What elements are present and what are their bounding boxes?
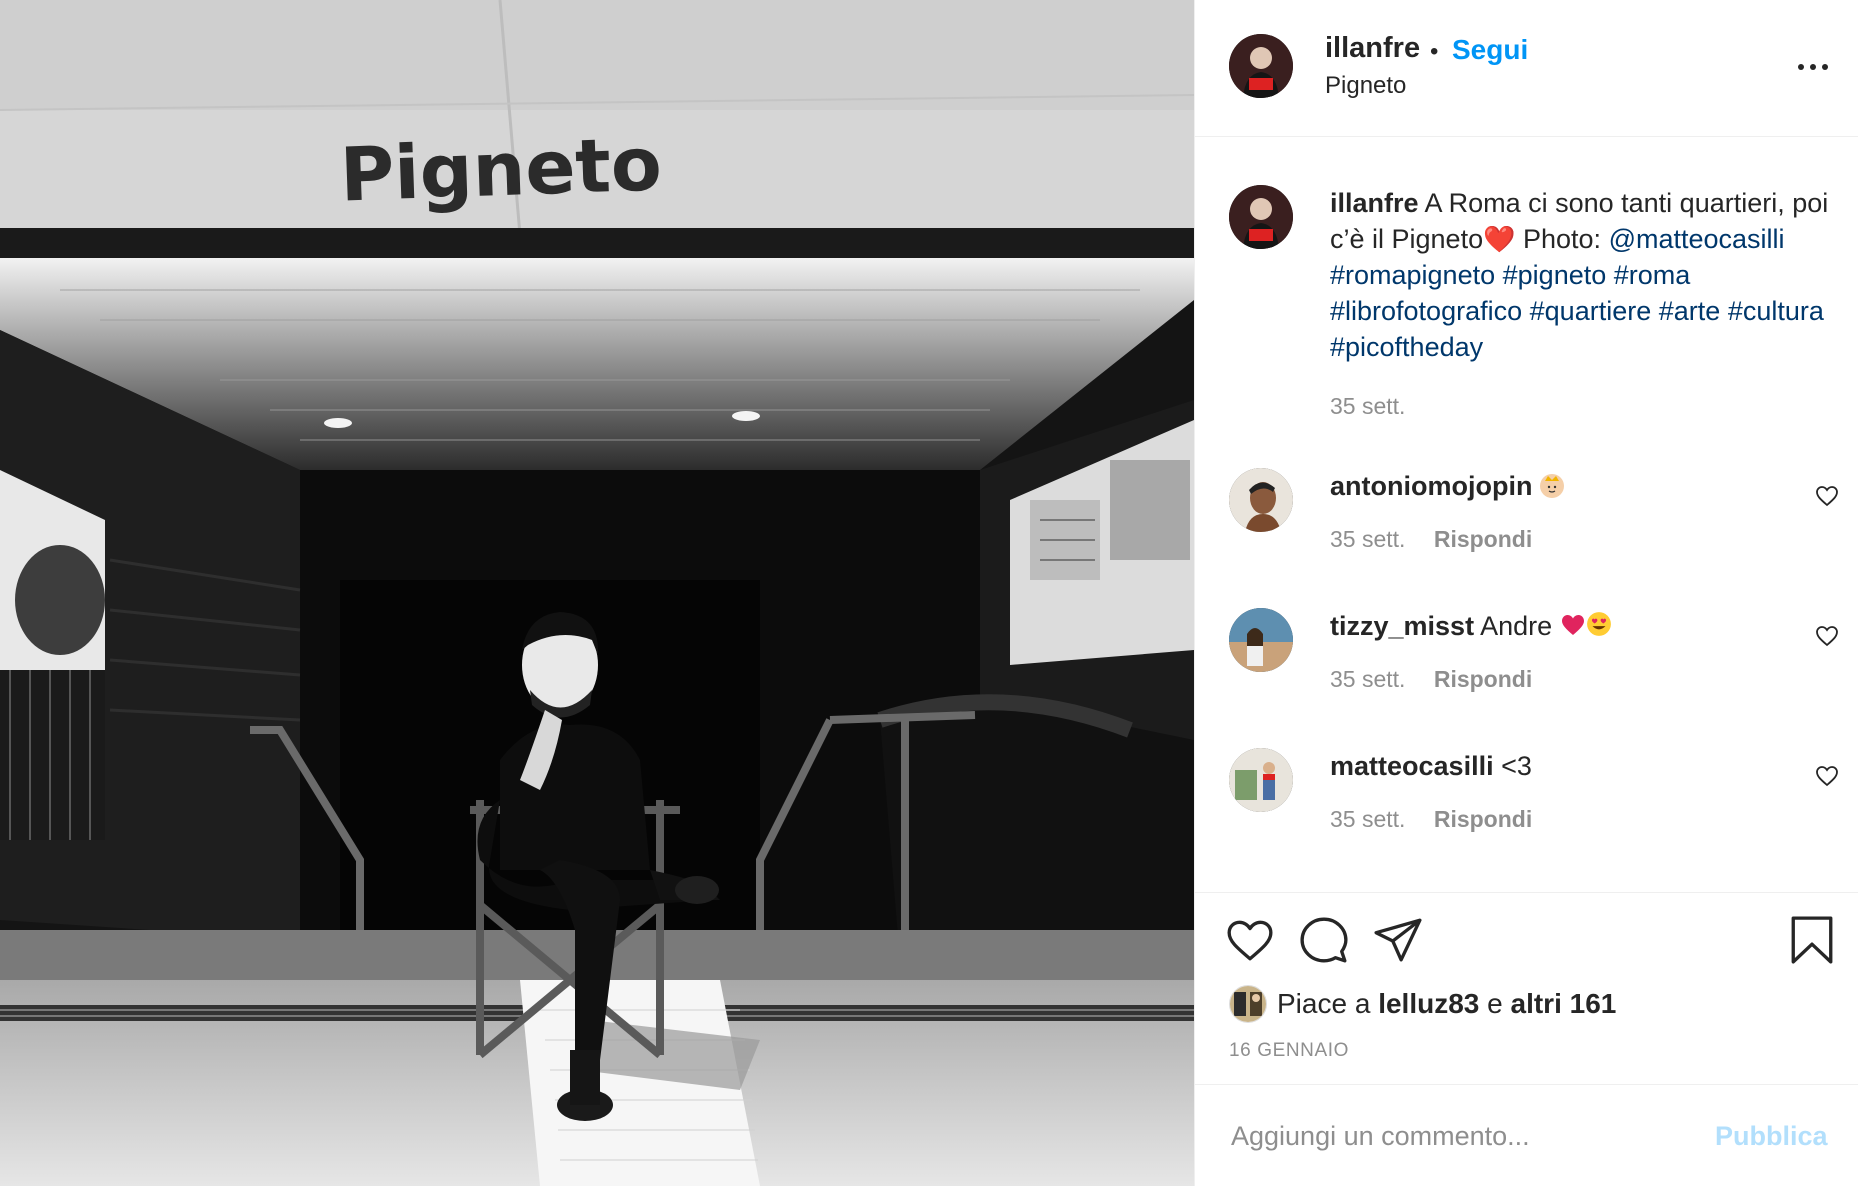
heart-eyes-emoji [1586,610,1612,646]
hashtag-link[interactable]: #quartiere [1530,296,1652,326]
comment-timestamp[interactable]: 35 sett. [1330,806,1405,832]
add-comment-bar: Pubblica [1195,1084,1858,1186]
likes-summary: Piace a lelluz83 e altri 161 [1229,984,1616,1024]
commenter-avatar[interactable] [1229,468,1293,532]
commenter-avatar[interactable] [1229,748,1293,812]
comment-item: matteocasilli <3 35 sett. Rispondi [1195,748,1858,868]
likes-connector: e [1487,988,1503,1019]
comment-body: Andre [1480,611,1553,641]
hashtag-link[interactable]: #pigneto [1503,260,1607,290]
hashtag-link[interactable]: #roma [1614,260,1691,290]
save-bookmark-icon[interactable] [1787,915,1837,965]
post-actions: Piace a lelluz83 e altri 161 16 GENNAIO [1195,892,1858,1084]
comment-username[interactable]: matteocasilli [1330,751,1494,781]
share-paper-plane-icon[interactable] [1373,915,1423,965]
comment-meta: 35 sett. Rispondi [1330,526,1532,553]
likes-count-link[interactable]: altri 161 [1511,988,1617,1020]
comment-item: antoniomojopin 35 sett. Rispondi [1195,468,1858,588]
separator-dot: • [1430,38,1439,65]
reply-button[interactable]: Rispondi [1434,666,1532,692]
reply-button[interactable]: Rispondi [1434,526,1532,552]
comment-input[interactable] [1229,1109,1693,1163]
post-location[interactable]: Pigneto [1325,72,1406,100]
comment-meta: 35 sett. Rispondi [1330,806,1532,833]
comment-text: matteocasilli <3 [1330,748,1532,784]
comment-text: tizzy_misst Andre [1330,608,1612,646]
author-username[interactable]: illanfre [1325,32,1420,65]
comment-like-heart-icon[interactable] [1815,764,1839,788]
post-photo[interactable]: Pigneto [0,0,1194,1186]
comment-username[interactable]: tizzy_misst [1330,611,1474,641]
likes-prefix: Piace a [1277,988,1371,1019]
post-side-panel: illanfre • Segui Pigneto illanfre A Roma… [1194,0,1858,1186]
hashtag-link[interactable]: #cultura [1728,296,1824,326]
comment-item: tizzy_misst Andre 35 sett. Rispondi [1195,608,1858,728]
comment-like-heart-icon[interactable] [1815,484,1839,508]
hashtag-link[interactable]: #picoftheday [1330,332,1483,362]
follow-button[interactable]: Segui [1452,34,1528,66]
photo-sign-text: Pigneto [339,121,663,218]
author-avatar[interactable] [1229,34,1293,98]
caption-text: illanfre A Roma ci sono tanti quartieri,… [1330,185,1830,365]
heart-emoji [1560,610,1586,646]
caption-timestamp[interactable]: 35 sett. [1330,393,1405,420]
red-heart-emoji: ❤️ [1483,224,1516,254]
liker-username[interactable]: lelluz83 [1378,988,1479,1020]
publish-button[interactable]: Pubblica [1715,1121,1828,1152]
hashtag-link[interactable]: #librofotografico [1330,296,1522,326]
caption-username[interactable]: illanfre [1330,188,1419,218]
more-options-icon[interactable] [1798,62,1828,72]
hashtag-link[interactable]: #arte [1659,296,1721,326]
caption-photo-label: Photo: [1522,224,1602,254]
post-date[interactable]: 16 GENNAIO [1229,1040,1349,1062]
comment-like-heart-icon[interactable] [1815,624,1839,648]
comment-text: antoniomojopin [1330,468,1564,504]
crown-face-emoji [1539,474,1564,498]
like-heart-icon[interactable] [1225,915,1275,965]
hashtag-link[interactable]: #romapigneto [1330,260,1495,290]
mention-link[interactable]: @matteocasilli [1609,224,1785,254]
comment-meta: 35 sett. Rispondi [1330,666,1532,693]
comment-body: <3 [1501,751,1532,781]
reply-button[interactable]: Rispondi [1434,806,1532,832]
comments-list: illanfre A Roma ci sono tanti quartieri,… [1195,137,1858,892]
comment-username[interactable]: antoniomojopin [1330,471,1532,501]
post-header: illanfre • Segui Pigneto [1195,0,1858,137]
commenter-avatar[interactable] [1229,608,1293,672]
comment-bubble-icon[interactable] [1299,915,1349,965]
caption-author-avatar[interactable] [1229,185,1293,249]
liker-avatar[interactable] [1229,985,1267,1023]
comment-timestamp[interactable]: 35 sett. [1330,526,1405,552]
comment-timestamp[interactable]: 35 sett. [1330,666,1405,692]
